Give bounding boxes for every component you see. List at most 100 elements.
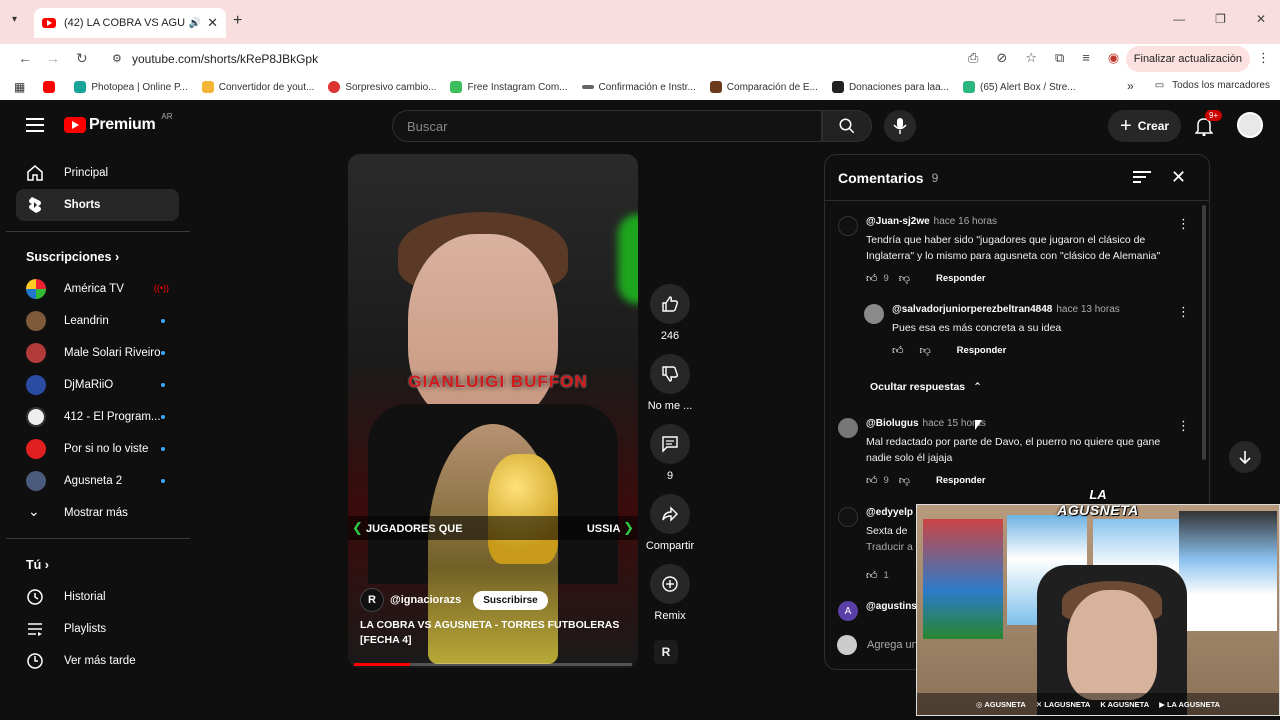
bookmark-item[interactable]: Sorpresivo cambio...	[328, 81, 436, 93]
bookmark-item[interactable]: Free Instagram Com...	[450, 81, 568, 93]
you-heading[interactable]: Tú ›	[26, 558, 49, 572]
share-button[interactable]	[650, 494, 690, 534]
search-input[interactable]: Buscar	[392, 110, 822, 142]
add-comment-input[interactable]: Agrega un	[837, 635, 918, 655]
thumbs-up-icon[interactable]: 👍︎	[866, 569, 878, 582]
more-bookmarks-icon[interactable]: »	[1127, 79, 1134, 93]
apps-icon[interactable]: ▦	[14, 80, 25, 94]
sidebar-item-playlists[interactable]: Playlists	[16, 613, 179, 645]
avatar[interactable]	[838, 418, 858, 438]
forward-icon[interactable]: →	[46, 50, 60, 66]
browser-menu-icon[interactable]: ⋮	[1257, 50, 1270, 66]
minimize-icon[interactable]: —	[1173, 12, 1185, 26]
sidebar-item-shorts[interactable]: Shorts	[16, 189, 179, 221]
sidebar-item-channel[interactable]: 412 - El Program...	[16, 401, 179, 433]
bookmark-item[interactable]: (65) Alert Box / Stre...	[963, 81, 1076, 93]
comment-author[interactable]: @Juan-sj2we	[866, 216, 930, 227]
thumbs-down-icon[interactable]: 👎︎	[899, 272, 910, 285]
sidebar-item-ver-mas-tarde[interactable]: Ver más tarde	[16, 645, 179, 677]
comment-author[interactable]: @salvadorjuniorperezbeltran4848	[892, 304, 1052, 315]
hide-replies-button[interactable]: Ocultar respuestas ⌃	[870, 381, 982, 393]
sort-icon[interactable]	[1133, 171, 1151, 183]
profile-icon[interactable]: ◉	[1108, 50, 1119, 66]
channel-avatar[interactable]: R	[360, 588, 384, 612]
browser-tab[interactable]: (42) LA COBRA VS AGUSNE 🔊 ✕	[34, 8, 226, 38]
avatar[interactable]	[838, 507, 858, 527]
next-short-button[interactable]	[1229, 441, 1261, 473]
bookmark-item[interactable]: Donaciones para laa...	[831, 81, 949, 93]
close-tab-icon[interactable]: ✕	[207, 15, 218, 31]
star-icon[interactable]: ☆	[1025, 50, 1037, 66]
install-icon[interactable]: ⎙	[968, 50, 978, 66]
hide-icon[interactable]: ⊘	[996, 50, 1007, 66]
reply-button[interactable]: Responder	[957, 345, 1007, 356]
short-title[interactable]: LA COBRA VS AGUSNETA - TORRES FUTBOLERAS…	[360, 618, 620, 648]
avatar[interactable]	[838, 216, 858, 236]
close-icon[interactable]: ✕	[1171, 167, 1186, 188]
search-button[interactable]	[822, 110, 872, 142]
comment-menu-icon[interactable]: ⋮	[1177, 418, 1190, 434]
reload-icon[interactable]: ↻	[76, 50, 88, 67]
avatar[interactable]: A	[838, 601, 858, 621]
restore-icon[interactable]: ❐	[1215, 12, 1226, 26]
tab-list-chevron-icon[interactable]: ▾	[12, 14, 17, 25]
sound-source-button[interactable]: R	[654, 640, 678, 664]
voice-search-button[interactable]	[884, 110, 916, 142]
avatar[interactable]	[864, 304, 884, 324]
progress-bar[interactable]	[354, 663, 632, 666]
sidebar-item-historial[interactable]: Historial	[16, 581, 179, 613]
bookmark-item[interactable]: Photopea | Online P...	[74, 81, 188, 93]
comment-author[interactable]: @agustins	[866, 601, 917, 612]
sidebar-item-channel[interactable]: Agusneta 2	[16, 465, 179, 497]
show-more-button[interactable]: ⌄ Mostrar más	[16, 497, 179, 529]
subscribe-button[interactable]: Suscribirse	[473, 590, 548, 610]
back-icon[interactable]: ←	[18, 50, 32, 66]
comment-time[interactable]: hace 16 horas	[934, 216, 997, 227]
comment-menu-icon[interactable]: ⋮	[1177, 304, 1190, 320]
thumbs-up-icon[interactable]: 👍︎	[866, 474, 878, 487]
subscriptions-heading[interactable]: Suscripciones ›	[26, 250, 119, 264]
comments-scrollbar[interactable]	[1202, 205, 1206, 460]
comment-author[interactable]: @edyyelp	[866, 507, 913, 518]
audio-icon[interactable]: 🔊	[189, 18, 201, 29]
like-button[interactable]	[650, 284, 690, 324]
youtube-bookmark-icon[interactable]	[43, 81, 60, 93]
comment-author[interactable]: @Biolugus	[866, 418, 919, 429]
close-window-icon[interactable]: ✕	[1256, 12, 1266, 26]
short-video-player[interactable]: GIANLUIGI BUFFON ❮ JUGADORES QUE USSIA ❯…	[348, 154, 638, 668]
reply-button[interactable]: Responder	[936, 273, 986, 284]
thumbs-down-icon[interactable]: 👎︎	[920, 344, 931, 357]
dislike-button[interactable]	[650, 354, 690, 394]
thumbs-up-icon[interactable]: 👍︎	[892, 344, 904, 357]
all-bookmarks[interactable]: ▭ Todos los marcadores	[1155, 80, 1270, 91]
sidebar-item-channel[interactable]: Por si no lo viste	[16, 433, 179, 465]
account-avatar[interactable]	[1237, 112, 1263, 138]
sidebar-item-channel[interactable]: Leandrin	[16, 305, 179, 337]
thumbs-down-icon[interactable]: 👎︎	[899, 474, 910, 487]
sidebar-item-channel[interactable]: Male Solari Riveiro	[16, 337, 179, 369]
sidebar-item-principal[interactable]: Principal	[16, 157, 179, 189]
comments-button[interactable]	[650, 424, 690, 464]
thumbs-up-icon[interactable]: 👍︎	[866, 272, 878, 285]
sidebar-item-channel[interactable]: América TV ((•))	[16, 273, 179, 305]
sidebar-item-channel[interactable]: DjMaRiiO	[16, 369, 179, 401]
menu-icon[interactable]	[26, 118, 44, 132]
address-bar[interactable]: ⚙ youtube.com/shorts/kReP8JBkGpk	[104, 46, 954, 72]
create-button[interactable]: + Crear	[1108, 110, 1182, 142]
reply-button[interactable]: Responder	[936, 475, 986, 486]
bookmark-item[interactable]: Comparación de E...	[709, 81, 818, 93]
channel-avatar	[26, 311, 46, 331]
remix-button[interactable]	[650, 564, 690, 604]
bookmark-item[interactable]: Convertidor de yout...	[201, 81, 314, 93]
youtube-premium-logo[interactable]: Premium AR	[64, 112, 173, 134]
channel-name[interactable]: @ignaciorazs	[390, 594, 461, 606]
comment-time[interactable]: hace 13 horas	[1056, 304, 1119, 315]
media-icon[interactable]: ≡	[1082, 50, 1090, 66]
extensions-icon[interactable]: ⧉	[1055, 50, 1064, 66]
comment-menu-icon[interactable]: ⋮	[1177, 216, 1190, 232]
site-info-icon[interactable]: ⚙	[112, 52, 122, 65]
new-tab-button[interactable]: +	[233, 12, 242, 30]
notifications-button[interactable]: 9+	[1194, 110, 1223, 141]
bookmark-item[interactable]: Confirmación e Instr...	[581, 82, 696, 93]
update-button[interactable]: Finalizar actualización	[1125, 46, 1250, 72]
